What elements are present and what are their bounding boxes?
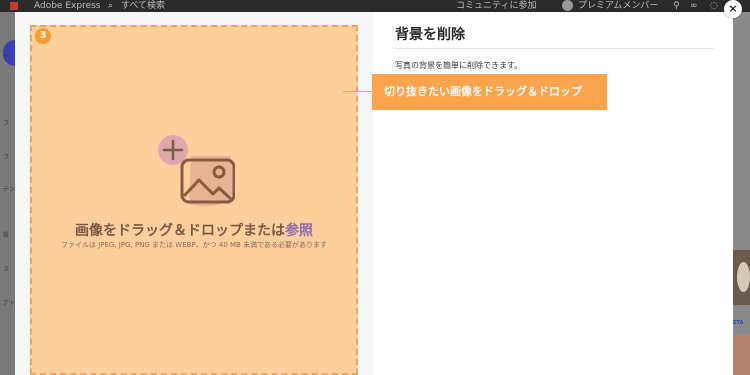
community-button[interactable]: コミュニティに参加 — [456, 0, 536, 12]
sidebar-item-files[interactable]: フ — [3, 118, 15, 128]
app-title: Adobe Express — [34, 1, 101, 11]
apps-icon[interactable]: ∞ — [690, 0, 698, 12]
add-image-icon — [158, 135, 235, 207]
premium-button[interactable]: プレミアムメンバー — [578, 0, 658, 12]
dropzone-title: 画像をドラッグ＆ドロップまたは参照 — [30, 220, 358, 240]
upload-pane: 3 画像をドラッグ＆ドロップまたは参照 ファイルは JPEG, JPG, PNG… — [15, 12, 373, 375]
search-input[interactable]: すべて検索 — [121, 0, 165, 12]
template-thumbnail[interactable] — [733, 335, 750, 375]
premium-icon — [562, 0, 573, 11]
sidebar-item-addons[interactable]: アト — [3, 298, 15, 308]
notification-icon[interactable]: ⚲ — [673, 0, 680, 12]
divider — [395, 48, 715, 49]
search-icon[interactable]: ⌕ — [108, 0, 113, 12]
sidebar-item-home[interactable]: ホ — [3, 52, 15, 62]
remove-background-modal: 3 画像をドラッグ＆ドロップまたは参照 ファイルは JPEG, JPG, PNG… — [15, 12, 733, 375]
adobe-logo-icon — [10, 2, 18, 10]
app-topbar: Adobe Express ⌕ すべて検索 コミュニティに参加 プレミアムメンバ… — [0, 0, 750, 12]
sidebar-item-schedule[interactable]: ス — [3, 264, 15, 274]
step-badge: 3 — [35, 28, 51, 44]
panel-description: 写真の背景を簡単に削除できます。 — [395, 61, 523, 70]
coffee-cup-image — [737, 262, 750, 292]
file-requirements-note: ファイルは JPEG, JPG, PNG または WEBP、かつ 40 MB 未… — [60, 241, 328, 249]
sidebar-item-brand[interactable]: フ — [3, 152, 15, 162]
sidebar-item-templates[interactable]: テン — [3, 184, 15, 194]
browse-link[interactable]: 参照 — [285, 223, 313, 239]
instruction-callout: 切り抜きたい画像をドラッグ＆ドロップ — [372, 74, 607, 110]
close-button[interactable]: × — [724, 0, 742, 18]
info-pane: 背景を削除 写真の背景を簡単に削除できます。 — [373, 12, 733, 375]
app-sidebar: ホ フ フ テン 設 ス アト — [0, 12, 15, 375]
panel-title: 背景を削除 — [395, 27, 465, 43]
help-icon[interactable]: ◌ — [710, 0, 718, 12]
dropzone-title-text: 画像をドラッグ＆ドロップまたは — [75, 223, 285, 239]
sidebar-item-settings[interactable]: 設 — [3, 230, 15, 240]
callout-connector — [343, 91, 373, 92]
template-tag: ETA — [733, 320, 744, 326]
